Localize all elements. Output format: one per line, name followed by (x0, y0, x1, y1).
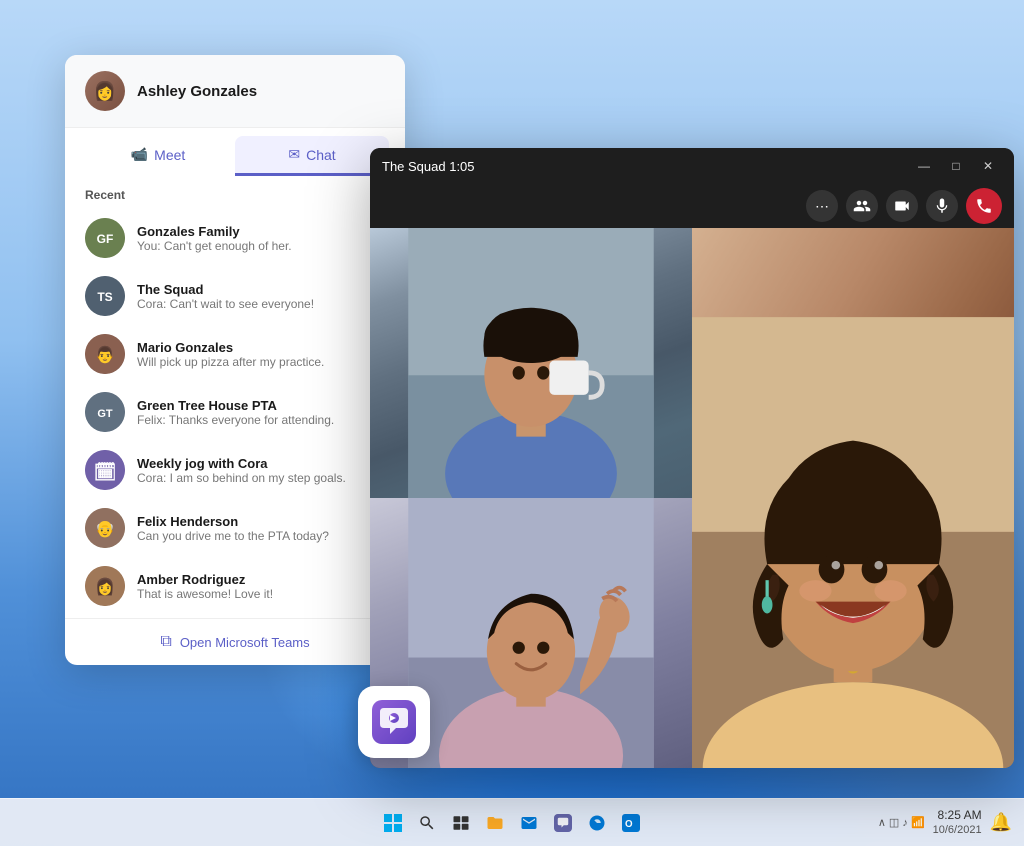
svg-text:GT: GT (97, 408, 113, 420)
contact-item-the-squad[interactable]: TS The Squad Cora: Can't wait to see eve… (85, 268, 385, 324)
taskbar-outlook-button[interactable]: O (617, 809, 645, 837)
avatar-felix: 👴 (85, 508, 125, 548)
minimize-button[interactable]: — (910, 152, 938, 180)
contact-item-amber[interactable]: 👩 Amber Rodriguez That is awesome! Love … (85, 558, 385, 614)
taskbar-windows-button[interactable] (379, 809, 407, 837)
contact-info-weekly-jog: Weekly jog with Cora Cora: I am so behin… (137, 456, 385, 485)
end-call-button[interactable] (966, 188, 1002, 224)
contact-item-gonzales-family[interactable]: GF Gonzales Family You: Can't get enough… (85, 210, 385, 266)
taskbar-edge-button[interactable] (583, 809, 611, 837)
contact-info-gonzales-family: Gonzales Family You: Can't get enough of… (137, 224, 385, 253)
taskbar: O ∧ ◫ ♪ 📶 8:25 AM 10/6/2021 🔔 (0, 798, 1024, 846)
avatar-gonzales-family: GF (85, 218, 125, 258)
user-name: Ashley Gonzales (137, 83, 257, 100)
svg-text:👨: 👨 (95, 345, 115, 364)
chat-panel-header: 👩 Ashley Gonzales (65, 55, 405, 128)
video-window: The Squad 1:05 — □ ✕ ⋯ (370, 148, 1014, 768)
teams-float-icon[interactable] (358, 686, 430, 758)
chat-tab-icon: ✉ (288, 146, 300, 163)
video-grid (370, 228, 1014, 768)
teams-icon: ⧉ (160, 633, 171, 651)
avatar-weekly-jog: 🗓 (85, 450, 125, 490)
participant-top-left (370, 228, 692, 498)
tab-meet[interactable]: 📹 Meet (81, 136, 235, 176)
taskbar-date: 10/6/2021 (933, 823, 982, 837)
meet-icon: 📹 (131, 146, 148, 163)
svg-text:👩: 👩 (95, 577, 115, 596)
avatar-green-tree: GT (85, 392, 125, 432)
clock-area: 8:25 AM 10/6/2021 (933, 808, 982, 838)
open-teams-button[interactable]: ⧉ Open Microsoft Teams (65, 618, 405, 665)
maximize-button[interactable]: □ (942, 152, 970, 180)
taskbar-teams-chat-button[interactable] (549, 809, 577, 837)
camera-button[interactable] (886, 190, 918, 222)
svg-text:👴: 👴 (95, 520, 115, 538)
svg-text:🗓: 🗓 (94, 461, 117, 482)
video-call-title: The Squad 1:05 (382, 159, 475, 174)
contact-item-mario[interactable]: 👨 Mario Gonzales Will pick up pizza afte… (85, 326, 385, 382)
svg-text:GF: GF (97, 232, 114, 246)
taskbar-search-button[interactable] (413, 809, 441, 837)
video-controls-bar: ⋯ (370, 184, 1014, 228)
contact-item-weekly-jog[interactable]: 🗓 Weekly jog with Cora Cora: I am so beh… (85, 442, 385, 498)
taskbar-task-view-button[interactable] (447, 809, 475, 837)
chat-panel: 👩 Ashley Gonzales 📹 Meet ✉ Chat Recent G… (65, 55, 405, 665)
mic-button[interactable] (926, 190, 958, 222)
close-button[interactable]: ✕ (974, 152, 1002, 180)
tab-chat[interactable]: ✉ Chat (235, 136, 389, 176)
tabs-bar: 📹 Meet ✉ Chat (65, 128, 405, 176)
taskbar-time: 8:25 AM (933, 808, 982, 824)
user-avatar: 👩 (85, 71, 125, 111)
avatar-mario: 👨 (85, 334, 125, 374)
avatar-the-squad: TS (85, 276, 125, 316)
video-titlebar: The Squad 1:05 — □ ✕ (370, 148, 1014, 184)
avatar-amber: 👩 (85, 566, 125, 606)
contact-info-amber: Amber Rodriguez That is awesome! Love it… (137, 572, 385, 601)
contact-item-green-tree[interactable]: GT Green Tree House PTA Felix: Thanks ev… (85, 384, 385, 440)
svg-text:O: O (625, 818, 633, 829)
taskbar-center: O (379, 809, 645, 837)
system-icons: ∧ ◫ ♪ 📶 (878, 816, 925, 829)
participant-right (692, 228, 1014, 768)
recent-section: Recent GF Gonzales Family You: Can't get… (65, 176, 405, 618)
contact-item-felix[interactable]: 👴 Felix Henderson Can you drive me to th… (85, 500, 385, 556)
participants-button[interactable] (846, 190, 878, 222)
notifications-button[interactable]: 🔔 (990, 812, 1012, 833)
recent-label: Recent (85, 188, 385, 202)
more-options-button[interactable]: ⋯ (806, 190, 838, 222)
svg-text:TS: TS (97, 290, 112, 304)
contact-list: GF Gonzales Family You: Can't get enough… (85, 210, 385, 614)
contact-info-felix: Felix Henderson Can you drive me to the … (137, 514, 385, 543)
taskbar-right: ∧ ◫ ♪ 📶 8:25 AM 10/6/2021 🔔 (878, 808, 1012, 838)
taskbar-mail-button[interactable] (515, 809, 543, 837)
window-controls: — □ ✕ (910, 152, 1002, 180)
contact-info-green-tree: Green Tree House PTA Felix: Thanks every… (137, 398, 385, 427)
contact-info-the-squad: The Squad Cora: Can't wait to see everyo… (137, 282, 385, 311)
taskbar-file-explorer-button[interactable] (481, 809, 509, 837)
contact-info-mario: Mario Gonzales Will pick up pizza after … (137, 340, 385, 369)
